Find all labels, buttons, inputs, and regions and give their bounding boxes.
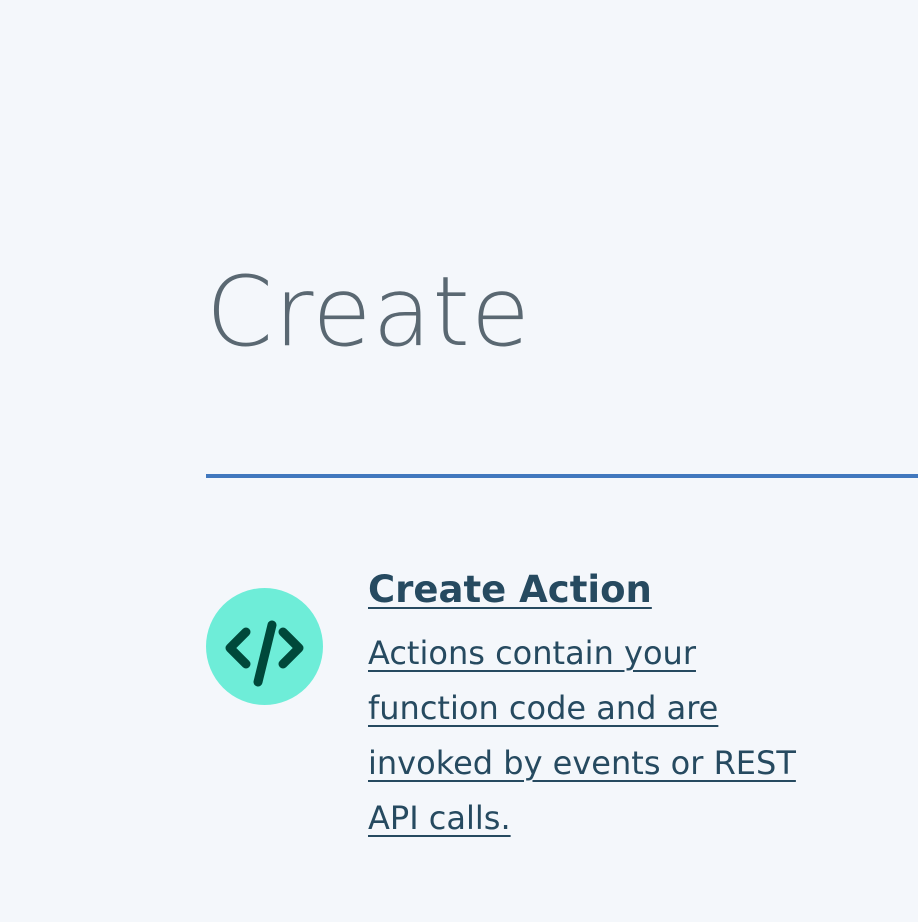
card-title: Create Action xyxy=(368,568,652,611)
code-icon xyxy=(206,588,323,705)
title-divider xyxy=(206,474,918,478)
card-description: Actions contain your function code and a… xyxy=(368,634,796,837)
page-title: Create xyxy=(206,256,531,368)
create-page: Create Create Action Actions contain you… xyxy=(0,0,918,922)
create-action-link[interactable]: Create Action Actions contain your funct… xyxy=(206,566,918,846)
